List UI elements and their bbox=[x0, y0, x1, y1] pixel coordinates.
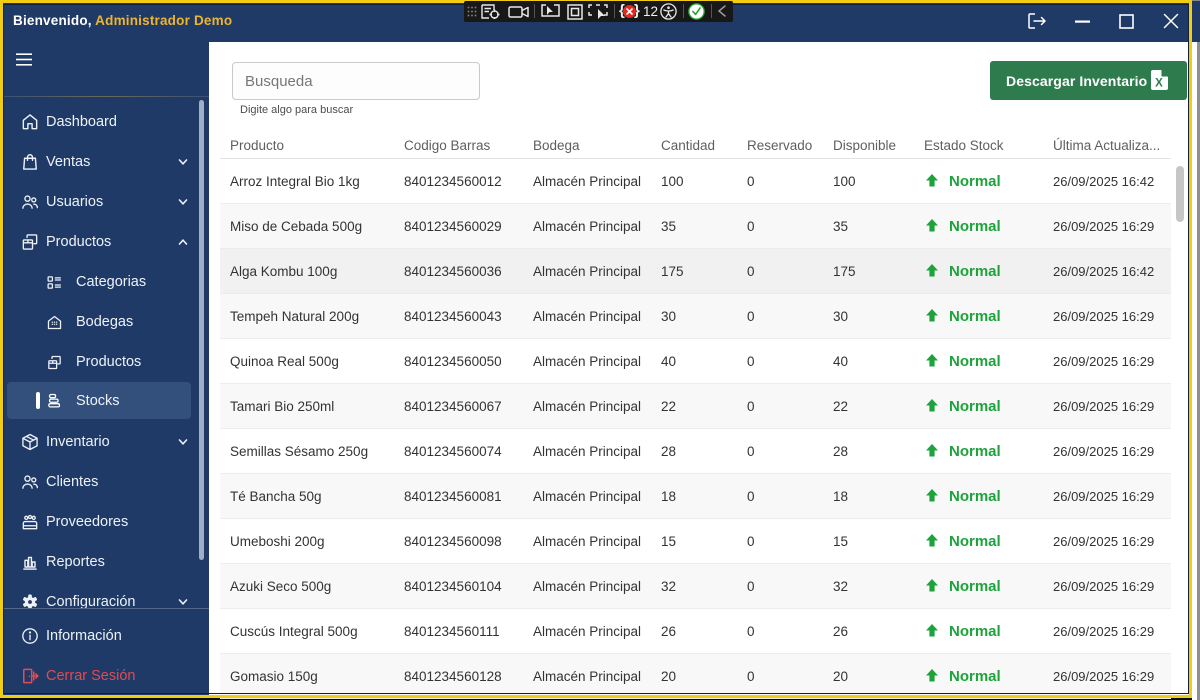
svg-text:X: X bbox=[1155, 78, 1163, 90]
